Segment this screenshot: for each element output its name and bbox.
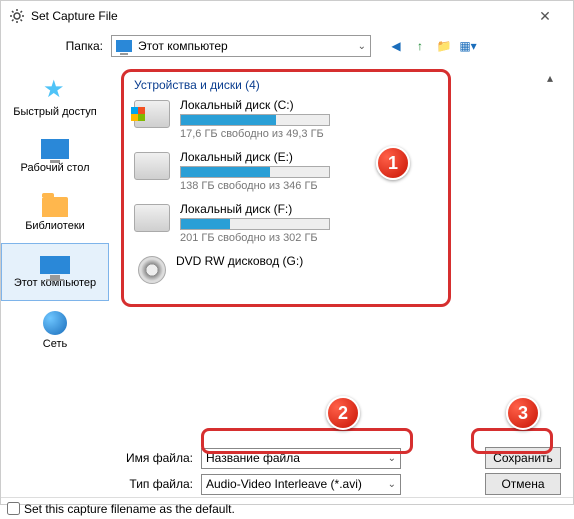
sidebar-item-thispc[interactable]: Этот компьютер bbox=[1, 243, 109, 301]
cancel-button[interactable]: Отмена bbox=[485, 473, 561, 495]
sidebar: Быстрый доступ Рабочий стол Библиотеки Э… bbox=[1, 61, 109, 441]
annotation-ring bbox=[471, 428, 553, 454]
pc-icon bbox=[116, 40, 132, 52]
filetype-label: Тип файла: bbox=[13, 477, 193, 491]
chevron-down-icon: ⌄ bbox=[388, 453, 396, 464]
drive-icon bbox=[134, 204, 170, 232]
sidebar-item-libraries[interactable]: Библиотеки bbox=[1, 185, 109, 243]
collapse-icon[interactable]: ▴ bbox=[547, 71, 553, 85]
folder-label: Папка: bbox=[13, 39, 103, 53]
annotation-badge: 1 bbox=[376, 146, 410, 180]
sidebar-item-network[interactable]: Сеть bbox=[1, 301, 109, 359]
annotation-badge: 2 bbox=[326, 396, 360, 430]
checkbox-label: Set this capture filename as the default… bbox=[24, 502, 235, 516]
up-icon[interactable]: ↑ bbox=[411, 37, 429, 55]
window-title: Set Capture File bbox=[31, 9, 525, 23]
drives-panel: Устройства и диски (4) Локальный диск (C… bbox=[121, 69, 451, 307]
drive-icon bbox=[134, 100, 170, 128]
filename-label: Имя файла: bbox=[13, 451, 193, 465]
star-icon bbox=[39, 79, 71, 103]
view-icon[interactable]: ▦▾ bbox=[459, 37, 477, 55]
close-button[interactable]: ✕ bbox=[525, 8, 565, 25]
library-icon bbox=[42, 197, 68, 217]
section-header: Устройства и диски (4) bbox=[134, 78, 438, 92]
chevron-down-icon: ⌄ bbox=[358, 41, 366, 52]
default-checkbox[interactable] bbox=[7, 502, 20, 515]
sidebar-item-quickaccess[interactable]: Быстрый доступ bbox=[1, 69, 109, 127]
desktop-icon bbox=[41, 139, 69, 159]
pc-icon bbox=[40, 256, 70, 274]
chevron-down-icon: ⌄ bbox=[388, 479, 396, 490]
annotation-badge: 3 bbox=[506, 396, 540, 430]
drive-item[interactable]: DVD RW дисковод (G:) bbox=[134, 254, 438, 284]
folder-value: Этот компьютер bbox=[138, 39, 228, 53]
back-icon[interactable]: ◀ bbox=[387, 37, 405, 55]
drive-icon bbox=[134, 152, 170, 180]
usage-bar bbox=[180, 166, 330, 178]
usage-bar bbox=[180, 218, 330, 230]
usage-bar bbox=[180, 114, 330, 126]
folder-select[interactable]: Этот компьютер ⌄ bbox=[111, 35, 371, 57]
filetype-select[interactable]: Audio-Video Interleave (*.avi) ⌄ bbox=[201, 474, 401, 495]
gear-icon bbox=[9, 8, 25, 24]
drive-item[interactable]: Локальный диск (C:) 17,6 ГБ свободно из … bbox=[134, 98, 438, 140]
dvd-icon bbox=[138, 256, 166, 284]
annotation-ring bbox=[201, 428, 413, 454]
sidebar-item-desktop[interactable]: Рабочий стол bbox=[1, 127, 109, 185]
network-icon bbox=[43, 311, 67, 335]
drive-item[interactable]: Локальный диск (F:) 201 ГБ свободно из 3… bbox=[134, 202, 438, 244]
new-folder-icon[interactable]: 📁 bbox=[435, 37, 453, 55]
